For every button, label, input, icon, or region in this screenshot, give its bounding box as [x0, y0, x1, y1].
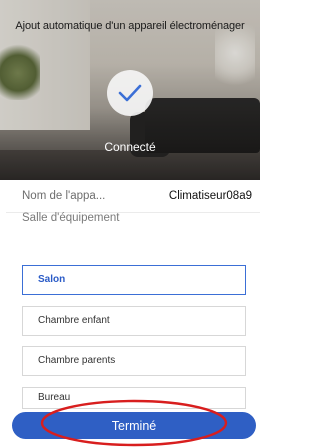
device-settings-panel: Nom de l'appa... Climatiseur08a9 Salle d…	[6, 182, 260, 448]
room-option-chambre-parents[interactable]: Chambre parents	[22, 346, 246, 376]
room-option-bureau[interactable]: Bureau	[22, 387, 246, 409]
device-name-row[interactable]: Nom de l'appa... Climatiseur08a9	[6, 182, 260, 213]
connected-badge	[107, 70, 153, 116]
room-option-salon[interactable]: Salon	[22, 265, 246, 295]
page-title: Ajout automatique d'un appareil électrom…	[15, 20, 245, 32]
room-section-label: Salle d'équipement	[22, 212, 120, 224]
room-option-chambre-enfant[interactable]: Chambre enfant	[22, 306, 246, 336]
connection-status: Connecté	[104, 140, 156, 154]
done-button-label: Terminé	[111, 418, 157, 433]
check-icon	[118, 84, 142, 102]
device-name-value[interactable]: Climatiseur08a9	[169, 190, 252, 202]
done-button[interactable]: Terminé	[12, 412, 256, 439]
device-name-label: Nom de l'appa...	[22, 190, 106, 202]
